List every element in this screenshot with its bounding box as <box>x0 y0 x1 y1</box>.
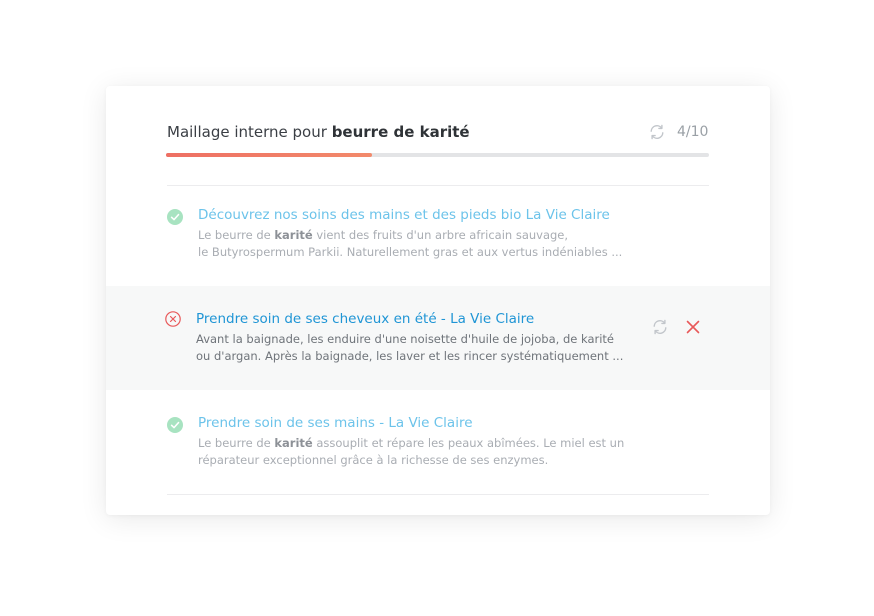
list-item-active: Prendre soin de ses cheveux en été - La … <box>106 286 770 390</box>
close-icon[interactable] <box>684 318 702 336</box>
item-title-link[interactable]: Prendre soin de ses mains - La Vie Clair… <box>198 415 473 431</box>
internal-linking-card: Maillage interne pour beurre de karité 4… <box>106 86 770 515</box>
item-excerpt: Avant la baignade, les enduire d'une noi… <box>196 331 636 365</box>
card-title: Maillage interne pour beurre de karité <box>167 123 470 141</box>
excerpt-line: réparateur exceptionnel grâce à la riche… <box>198 453 549 467</box>
excerpt-text: Le beurre de <box>198 436 275 450</box>
excerpt-text: Le beurre de <box>198 228 275 242</box>
title-prefix: Maillage interne pour <box>167 123 332 141</box>
item-title-link[interactable]: Prendre soin de ses cheveux en été - La … <box>196 311 534 327</box>
item-title-link[interactable]: Découvrez nos soins des mains et des pie… <box>198 207 610 223</box>
refresh-icon[interactable] <box>651 318 669 336</box>
excerpt-text: Avant la baignade, les enduire d'une noi… <box>196 332 581 346</box>
title-keyword: beurre de karité <box>331 123 470 141</box>
excerpt-line: ou d'argan. Après la baignade, les laver… <box>196 349 624 363</box>
excerpt-line: Le beurre de karité assouplit et répare … <box>198 435 638 452</box>
progress-counter: 4/10 <box>677 124 709 140</box>
progress-bar-fill <box>166 153 373 157</box>
item-excerpt: Le beurre de karité assouplit et répare … <box>198 435 638 469</box>
excerpt-line: le Butyrospermum Parkii. Naturellement g… <box>198 245 623 259</box>
excerpt-line: Le beurre de karité vient des fruits d'u… <box>198 227 638 244</box>
excerpt-line: Avant la baignade, les enduire d'une noi… <box>196 331 636 348</box>
excerpt-keyword: karité <box>274 228 313 242</box>
excerpt-keyword: karité <box>274 436 313 450</box>
check-circle-icon <box>167 209 183 225</box>
refresh-icon[interactable] <box>648 123 666 141</box>
card-header: Maillage interne pour beurre de karité 4… <box>167 120 709 144</box>
excerpt-text: assouplit et répare les peaux abîmées. L… <box>312 436 625 450</box>
x-circle-icon <box>165 311 181 327</box>
divider <box>167 494 709 495</box>
excerpt-keyword: karité <box>580 332 614 346</box>
item-excerpt: Le beurre de karité vient des fruits d'u… <box>198 227 638 261</box>
check-circle-icon <box>167 417 183 433</box>
list-item: Découvrez nos soins des mains et des pie… <box>106 186 770 286</box>
list-item: Prendre soin de ses mains - La Vie Clair… <box>106 390 770 494</box>
excerpt-text: vient des fruits d'un arbre africain sau… <box>312 228 569 242</box>
progress-bar <box>166 153 709 157</box>
